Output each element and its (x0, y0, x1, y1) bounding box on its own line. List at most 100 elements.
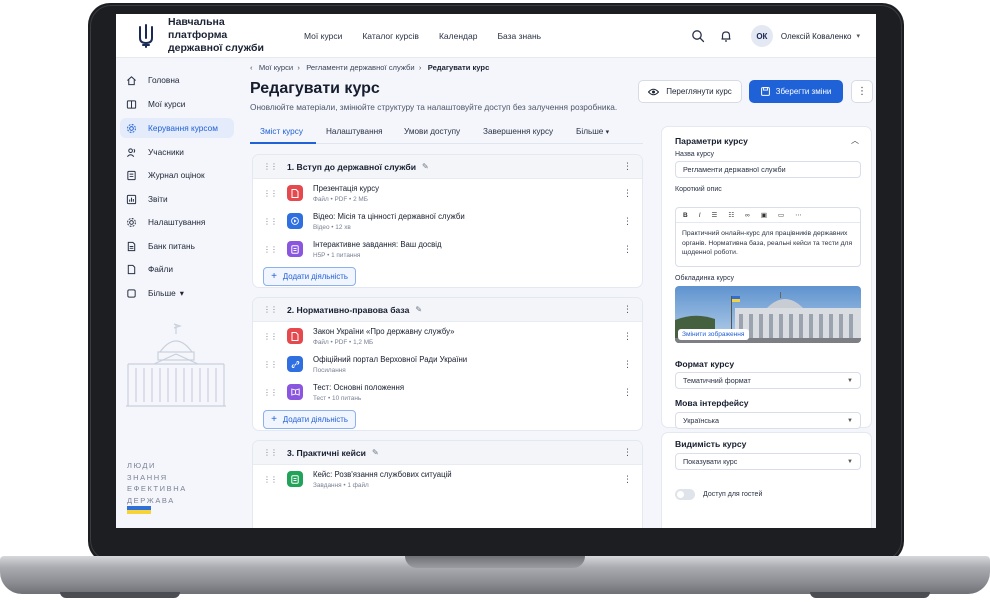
nav-knowledge-base[interactable]: База знань (497, 31, 541, 41)
change-image-button[interactable]: Змінити зображення (678, 329, 749, 340)
drag-handle-icon[interactable]: ⋮⋮ (263, 475, 278, 484)
add-activity-button[interactable]: + Додати діяльність (263, 267, 356, 286)
image-icon[interactable]: ▣ (761, 211, 767, 219)
language-label: Мова інтерфейсу (675, 398, 749, 408)
square-icon (127, 288, 136, 298)
course-name-input[interactable]: Регламенти державної служби (675, 161, 861, 178)
avatar[interactable]: ОК (750, 25, 773, 47)
sidebar: Головна Мої курси Керування курсом Учасн… (116, 58, 238, 528)
sidebar-item-reports[interactable]: Звіти (120, 189, 234, 209)
kebab-icon[interactable]: ⋮ (623, 447, 632, 458)
list-item[interactable]: ⋮⋮ Презентація курсу Файл • PDF • 2 МБ ⋮ (253, 179, 642, 207)
list-item[interactable]: ⋮⋮ Офіційний портал Верховної Ради Украї… (253, 350, 642, 378)
link-icon[interactable]: ∞ (745, 212, 750, 219)
visibility-select[interactable]: Показувати курс ▼ (675, 453, 861, 470)
list-item[interactable]: ⋮⋮ Закон України «Про державну службу» Фа… (253, 322, 642, 350)
tab-settings[interactable]: Налаштування (326, 127, 383, 136)
nav-calendar[interactable]: Календар (439, 31, 477, 41)
edit-icon[interactable]: ✎ (422, 162, 429, 171)
drag-handle-icon[interactable]: ⋮⋮ (263, 245, 278, 254)
top-header: Навчальна платформа державної служби Мої… (116, 14, 876, 58)
breadcrumb-item[interactable]: Регламенти державної служби (306, 63, 414, 72)
tabs: Зміст курсу Налаштування Умови доступу З… (250, 122, 643, 144)
kebab-icon[interactable]: ⋮ (623, 216, 632, 227)
sidebar-item-home[interactable]: Головна (120, 70, 234, 90)
laptop-notch (405, 556, 585, 568)
guest-access-toggle[interactable] (675, 489, 695, 500)
edit-icon[interactable]: ✎ (372, 448, 379, 457)
italic-icon[interactable]: I (699, 212, 701, 219)
list-item[interactable]: ⋮⋮ Відео: Місія та цінності державної сл… (253, 207, 642, 235)
kebab-icon[interactable]: ⋮ (623, 474, 632, 485)
kebab-icon[interactable]: ⋮ (623, 304, 632, 315)
chevron-left-icon[interactable]: ‹ (250, 63, 253, 72)
kebab-icon[interactable]: ⋮ (623, 244, 632, 255)
brand-title[interactable]: Навчальна платформа державної служби (168, 16, 278, 55)
drag-handle-icon[interactable]: ⋮⋮ (263, 388, 278, 397)
visibility-title: Видимість курсу (675, 439, 747, 449)
course-settings-panel: Параметри курсу ︿ Назва курсу Регламенти… (661, 126, 872, 429)
users-icon (126, 147, 136, 157)
drag-handle-icon[interactable]: ⋮⋮ (263, 217, 278, 226)
drag-handle-icon[interactable]: ⋮⋮ (263, 448, 278, 457)
pdf-icon (287, 328, 303, 344)
section-header[interactable]: ⋮⋮ 3. Практичні кейси ✎ ⋮ (253, 441, 642, 465)
trident-logo-icon (139, 23, 153, 48)
bold-icon[interactable]: B (683, 212, 688, 219)
sidebar-item-course-management[interactable]: Керування курсом (120, 118, 234, 138)
sidebar-item-participants[interactable]: Учасники (120, 142, 234, 162)
list-item[interactable]: ⋮⋮ Кейс: Розв'язання службових ситуацій З… (253, 465, 642, 493)
drag-handle-icon[interactable]: ⋮⋮ (263, 332, 278, 341)
section-header[interactable]: ⋮⋮ 1. Вступ до державної служби ✎ ⋮ (253, 155, 642, 179)
breadcrumb: ‹ Мої курси › Регламенти державної служб… (250, 63, 490, 72)
format-select[interactable]: Тематичний формат ▼ (675, 372, 861, 389)
preview-course-button[interactable]: Переглянути курс (638, 80, 742, 103)
numbered-list-icon[interactable]: ☷ (728, 211, 734, 219)
kebab-icon[interactable]: ⋮ (623, 188, 632, 199)
tab-completion[interactable]: Завершення курсу (483, 127, 553, 136)
active-tab-indicator (250, 142, 316, 144)
tab-more[interactable]: Більше ▾ (576, 127, 609, 136)
sidebar-item-settings[interactable]: Налаштування (120, 212, 234, 232)
drag-handle-icon[interactable]: ⋮⋮ (263, 360, 278, 369)
save-button[interactable]: Зберегти зміни (749, 80, 843, 103)
search-icon[interactable] (691, 29, 705, 43)
section-header[interactable]: ⋮⋮ 2. Нормативно-правова база ✎ ⋮ (253, 298, 642, 322)
language-select[interactable]: Українська ▼ (675, 412, 861, 429)
chevron-down-icon[interactable]: ▾ (856, 32, 860, 40)
kebab-icon[interactable]: ⋮ (623, 359, 632, 370)
sidebar-item-question-bank[interactable]: Банк питань (120, 236, 234, 256)
tab-content[interactable]: Зміст курсу (260, 127, 303, 136)
tab-access[interactable]: Умови доступу (404, 127, 460, 136)
chevron-down-icon: ▼ (847, 458, 853, 465)
breadcrumb-item[interactable]: Мої курси (259, 63, 293, 72)
sidebar-item-gradebook[interactable]: Журнал оцінок (120, 165, 234, 185)
panel-title: Параметри курсу (675, 136, 748, 146)
kebab-icon[interactable]: ⋮ (623, 161, 632, 172)
sidebar-item-files[interactable]: Файли (120, 259, 234, 279)
list-item[interactable]: ⋮⋮ Інтерактивне завдання: Ваш досвід H5P … (253, 235, 642, 263)
chevron-up-icon[interactable]: ︿ (851, 135, 859, 146)
more-icon[interactable]: ⋯ (795, 211, 802, 219)
list-item[interactable]: ⋮⋮ Тест: Основні положення Тест • 10 пита… (253, 378, 642, 406)
user-name[interactable]: Олексій Коваленко (781, 32, 852, 41)
more-options-button[interactable]: ⋮ (851, 80, 873, 103)
bell-icon[interactable] (719, 29, 733, 43)
media-icon[interactable]: ▭ (778, 211, 784, 219)
plus-icon: + (271, 414, 277, 425)
kebab-icon[interactable]: ⋮ (623, 387, 632, 398)
sidebar-item-my-courses[interactable]: Мої курси (120, 94, 234, 114)
bullet-list-icon[interactable]: ☰ (712, 211, 718, 219)
drag-handle-icon[interactable]: ⋮⋮ (263, 305, 278, 314)
drag-handle-icon[interactable]: ⋮⋮ (263, 162, 278, 171)
course-name-label: Назва курсу (675, 151, 715, 158)
nav-catalog[interactable]: Каталог курсів (362, 31, 419, 41)
sidebar-item-more[interactable]: Більше ▾ (120, 283, 234, 303)
edit-icon[interactable]: ✎ (415, 305, 422, 314)
drag-handle-icon[interactable]: ⋮⋮ (263, 189, 278, 198)
nav-my-courses[interactable]: Мої курси (304, 31, 342, 41)
plus-icon: + (271, 271, 277, 282)
kebab-icon[interactable]: ⋮ (623, 331, 632, 342)
add-activity-button[interactable]: + Додати діяльність (263, 410, 356, 429)
description-editor[interactable]: B I ☰ ☷ ∞ ▣ ▭ ⋯ Практичний онлайн-курс д… (675, 207, 861, 267)
